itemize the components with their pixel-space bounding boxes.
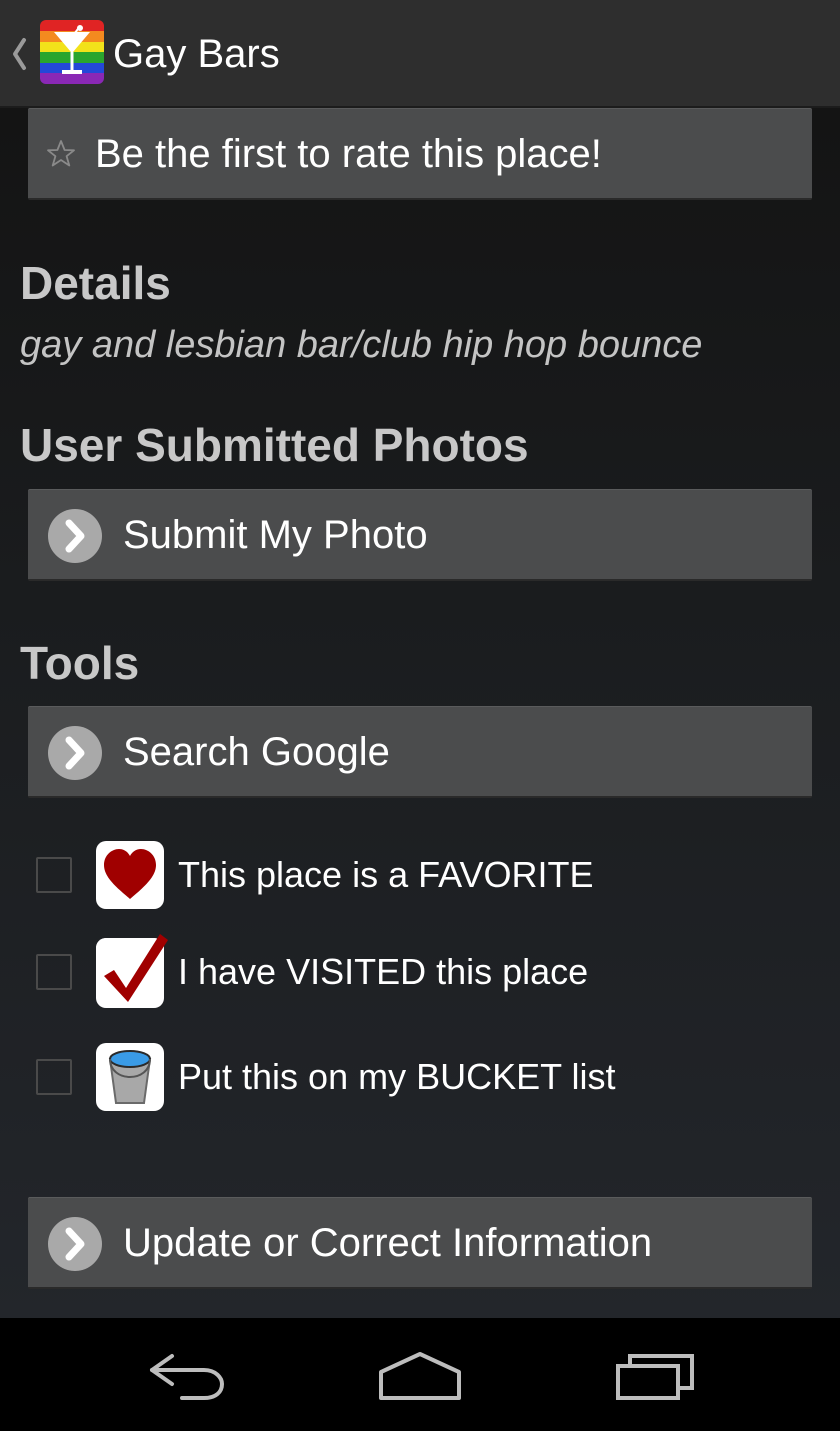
submit-photo-button[interactable]: Submit My Photo [28,489,812,581]
action-bar: Gay Bars [0,0,840,108]
search-google-label: Search Google [123,730,390,774]
details-heading: Details [20,257,171,309]
visited-checkbox[interactable] [36,954,72,990]
visited-row[interactable]: I have VISITED this place [36,934,816,1008]
rate-place-label: Be the first to rate this place! [95,132,602,176]
heart-icon [96,841,164,909]
bucket-label: Put this on my BUCKET list [178,1056,616,1097]
checkmark-icon [96,934,168,1008]
chevron-right-circle-icon [48,1217,102,1271]
favorite-row[interactable]: This place is a FAVORITE [36,841,816,911]
home-icon[interactable] [375,1348,465,1402]
rate-place-button[interactable]: Be the first to rate this place! [28,108,812,200]
bucket-icon [96,1043,164,1111]
place-details-content: Be the first to rate this place! Details… [0,108,840,1318]
chevron-right-circle-icon [48,726,102,780]
chevron-right-circle-icon [48,509,102,563]
chevron-left-icon[interactable] [8,34,30,74]
search-google-button[interactable]: Search Google [28,706,812,798]
update-info-label: Update or Correct Information [123,1221,653,1265]
photos-heading: User Submitted Photos [20,419,529,471]
recent-apps-icon[interactable] [610,1348,700,1402]
update-info-button[interactable]: Update or Correct Information [28,1197,812,1289]
rainbow-martini-icon[interactable] [40,20,104,84]
bucket-checkbox[interactable] [36,1059,72,1095]
app-title: Gay Bars [113,32,280,76]
submit-photo-label: Submit My Photo [123,513,428,557]
tools-heading: Tools [20,637,140,689]
details-text: gay and lesbian bar/club hip hop bounce [20,324,703,366]
visited-label: I have VISITED this place [178,951,589,992]
bucket-row[interactable]: Put this on my BUCKET list [36,1043,816,1113]
favorite-checkbox[interactable] [36,857,72,893]
screen: Gay Bars Be the first to rate this place… [0,0,840,1431]
star-outline-icon [47,140,75,167]
navigation-bar [0,1318,840,1431]
favorite-label: This place is a FAVORITE [178,854,594,895]
back-icon[interactable] [142,1348,232,1402]
